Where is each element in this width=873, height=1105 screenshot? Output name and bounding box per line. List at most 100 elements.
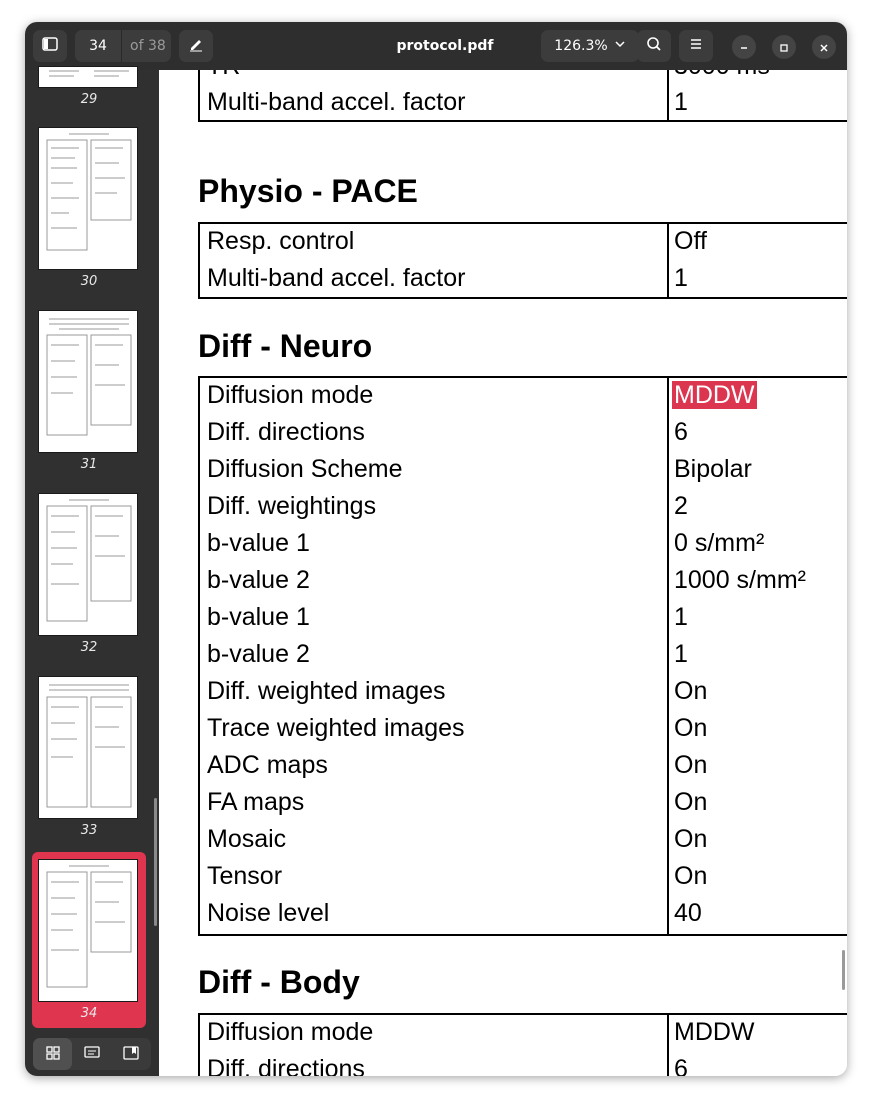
row-value: On <box>674 677 708 705</box>
row-key: Diffusion mode <box>207 1018 374 1046</box>
row-key: Multi-band accel. factor <box>207 88 466 116</box>
header-bar: 34 of 38 protocol.pdf 126.3% <box>25 22 847 70</box>
table-row: Diffusion mode MDDW <box>200 379 847 416</box>
row-key: FA maps <box>207 788 305 816</box>
table-row: Diff. directions 6 <box>200 1053 847 1076</box>
page-thumbnail-selected[interactable] <box>38 859 138 1002</box>
row-key: b-value 1 <box>207 603 310 631</box>
close-icon <box>819 38 829 57</box>
sidebar-toggle-icon <box>42 36 58 56</box>
table-row: b-value 2 1000 s/mm² <box>200 564 847 601</box>
page-thumbnail[interactable] <box>38 493 138 636</box>
annotations-view-button[interactable] <box>72 1038 111 1070</box>
row-key: Diffusion Scheme <box>207 455 403 483</box>
annotate-icon <box>188 36 204 56</box>
maximize-icon <box>779 38 789 57</box>
page-total-label: of 38 <box>130 38 166 54</box>
sidebar-toggle-button[interactable] <box>33 30 67 62</box>
row-key: b-value 2 <box>207 566 310 594</box>
row-value: 40 <box>674 899 702 927</box>
table-row: Trace weighted images On <box>200 712 847 749</box>
table-row: Diff. directions 6 <box>200 416 847 453</box>
table-row: Tensor On <box>200 860 847 897</box>
thumbnail-label: 30 <box>80 274 98 289</box>
row-key: b-value 2 <box>207 640 310 668</box>
row-key: Diff. weightings <box>207 492 377 520</box>
row-key: Noise level <box>207 899 330 927</box>
annotate-button[interactable] <box>179 30 213 62</box>
table-row: b-value 1 0 s/mm² <box>200 527 847 564</box>
thumbnail-label: 34 <box>80 1006 98 1021</box>
row-value: 1000 s/mm² <box>674 566 806 594</box>
thumbnail-label: 32 <box>80 640 98 655</box>
page-thumbnail[interactable] <box>38 310 138 453</box>
row-value: 6 <box>674 1055 688 1076</box>
table-row: Resp. control Off <box>200 225 847 262</box>
row-value: On <box>674 825 708 853</box>
row-value: On <box>674 751 708 779</box>
table-row: Diffusion mode MDDW <box>200 1016 847 1053</box>
parameter-table: TR 3000 ms Multi-band accel. factor 1 <box>198 70 847 122</box>
minimize-icon <box>739 38 749 57</box>
page-thumbnail[interactable] <box>38 676 138 819</box>
parameter-table: Diffusion mode MDDW Diff. directions 6 <box>198 1013 847 1076</box>
row-value: 0 s/mm² <box>674 529 765 557</box>
section-title: Diff - Body <box>198 964 360 1000</box>
row-key: TR <box>207 70 240 81</box>
row-value: On <box>674 788 708 816</box>
row-value: Off <box>674 227 707 255</box>
menu-icon <box>688 36 704 56</box>
document-title: protocol.pdf <box>396 38 494 54</box>
zoom-level: 126.3% <box>554 38 608 54</box>
row-value: 2 <box>674 492 688 520</box>
parameter-table: Resp. control Off Multi-band accel. fact… <box>198 222 847 299</box>
row-key: Mosaic <box>207 825 287 853</box>
close-button[interactable] <box>812 35 836 59</box>
parameter-table: Diffusion mode MDDW Diff. directions 6 D… <box>198 376 847 936</box>
row-value: 1 <box>674 264 688 292</box>
row-value: MDDW <box>674 1018 755 1046</box>
maximize-button[interactable] <box>772 35 796 59</box>
search-icon <box>646 36 662 56</box>
thumbnails-view-button[interactable] <box>33 1038 73 1070</box>
row-key: b-value 1 <box>207 529 310 557</box>
section-title: Diff - Neuro <box>198 328 373 364</box>
table-row: FA maps On <box>200 786 847 823</box>
search-button[interactable] <box>637 30 671 62</box>
page-number-entry[interactable]: 34 of 38 <box>75 30 171 62</box>
content-scrollbar[interactable] <box>842 950 845 990</box>
minimize-button[interactable] <box>732 35 756 59</box>
table-row: Diffusion Scheme Bipolar <box>200 453 847 490</box>
row-key: Diff. directions <box>207 418 365 446</box>
row-key: Resp. control <box>207 227 355 255</box>
annotations-icon <box>84 1045 100 1064</box>
current-page-input[interactable]: 34 <box>75 38 121 54</box>
row-key: Diff. directions <box>207 1055 365 1076</box>
thumbnails-icon <box>46 1045 60 1064</box>
sidebar-view-switcher <box>33 1038 151 1070</box>
bookmarks-view-button[interactable] <box>112 1038 151 1070</box>
page-thumbnail[interactable] <box>38 127 138 270</box>
table-row: Diff. weighted images On <box>200 675 847 712</box>
table-row: b-value 2 1 <box>200 638 847 675</box>
page-thumbnail[interactable] <box>38 66 138 88</box>
chevron-down-icon <box>614 38 626 54</box>
row-value: 1 <box>674 640 688 668</box>
thumbnail-label: 29 <box>80 92 98 107</box>
zoom-selector[interactable]: 126.3% <box>541 30 639 62</box>
row-value: On <box>674 862 708 890</box>
table-row: b-value 1 1 <box>200 601 847 638</box>
thumbnail-label: 33 <box>80 823 98 838</box>
row-value: On <box>674 714 708 742</box>
table-row: ADC maps On <box>200 749 847 786</box>
table-row: Diff. weightings 2 <box>200 490 847 527</box>
sidebar-scrollbar[interactable] <box>154 798 157 926</box>
row-value: 3000 ms <box>674 70 770 81</box>
row-key: Multi-band accel. factor <box>207 264 466 292</box>
row-value: 6 <box>674 418 688 446</box>
section-title: Physio - PACE <box>198 173 418 209</box>
row-value: 1 <box>674 603 688 631</box>
search-highlight: MDDW <box>672 381 757 409</box>
document-content[interactable]: TR 3000 ms Multi-band accel. factor 1 Ph… <box>159 70 847 1076</box>
main-menu-button[interactable] <box>679 30 713 62</box>
